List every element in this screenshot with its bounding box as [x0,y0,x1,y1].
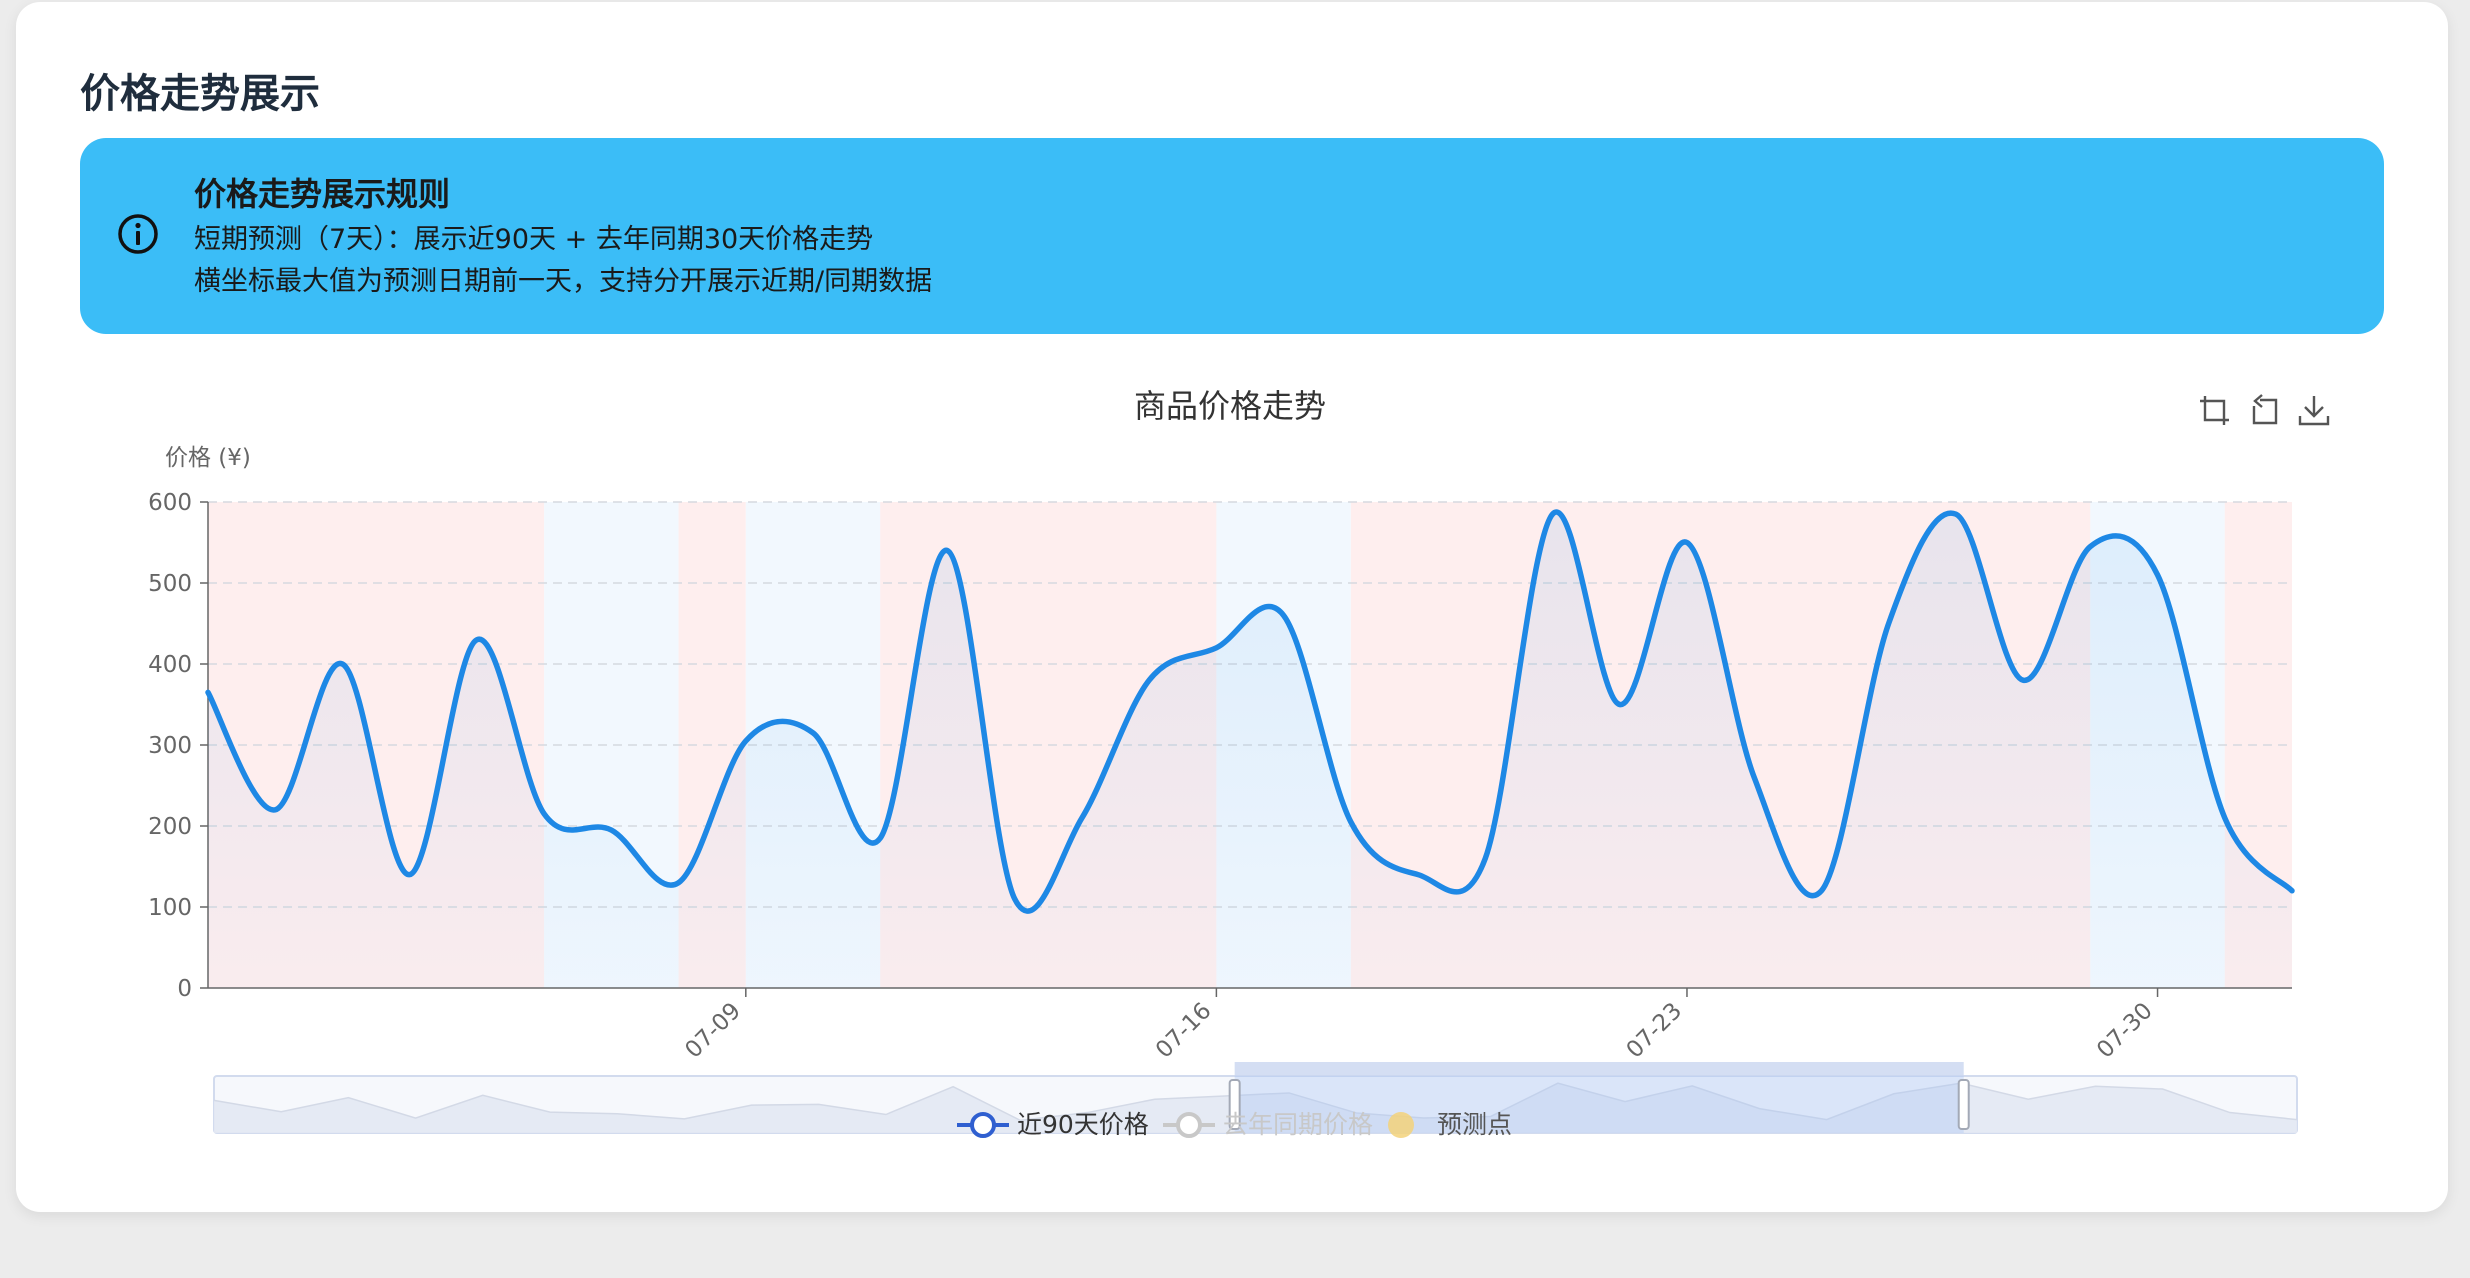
legend-label-forecast-point: 预测点 [1437,1110,1513,1139]
x-tick-label: 07-09 [680,998,746,1064]
y-tick-label: 0 [177,976,192,1002]
legend-label-last-year-price: 去年同期价格 [1223,1110,1374,1139]
datazoom-move-handle[interactable] [1234,1062,1964,1076]
legend-item-last-year-price[interactable]: 去年同期价格 [1161,1108,1375,1142]
x-tick-label: 07-30 [2092,998,2158,1064]
datazoom-handle[interactable] [1957,1079,1970,1130]
legend-marker-forecast-point [1388,1112,1414,1138]
x-tick-label: 07-16 [1151,998,1217,1064]
y-tick-label: 600 [148,490,192,516]
legend-item-forecast-point[interactable]: 预测点 [1385,1108,1525,1142]
y-tick-label: 200 [148,814,192,840]
legend-item-recent-price[interactable]: 近90天价格 [955,1108,1149,1142]
price-trend-chart: 0 100 200 300 400 500 600 07-09 07-16 07-23 07-30 [148,490,2298,1134]
legend-marker-last-year-price [1163,1112,1215,1138]
legend-label-recent-price: 近90天价格 [1017,1110,1149,1139]
y-tick-label: 100 [148,895,192,921]
y-tick-label: 300 [148,733,192,759]
legend-marker-recent-price [957,1112,1009,1138]
x-tick-label: 07-23 [1622,998,1688,1064]
y-tick-label: 500 [148,571,192,597]
y-tick-label: 400 [148,652,192,678]
